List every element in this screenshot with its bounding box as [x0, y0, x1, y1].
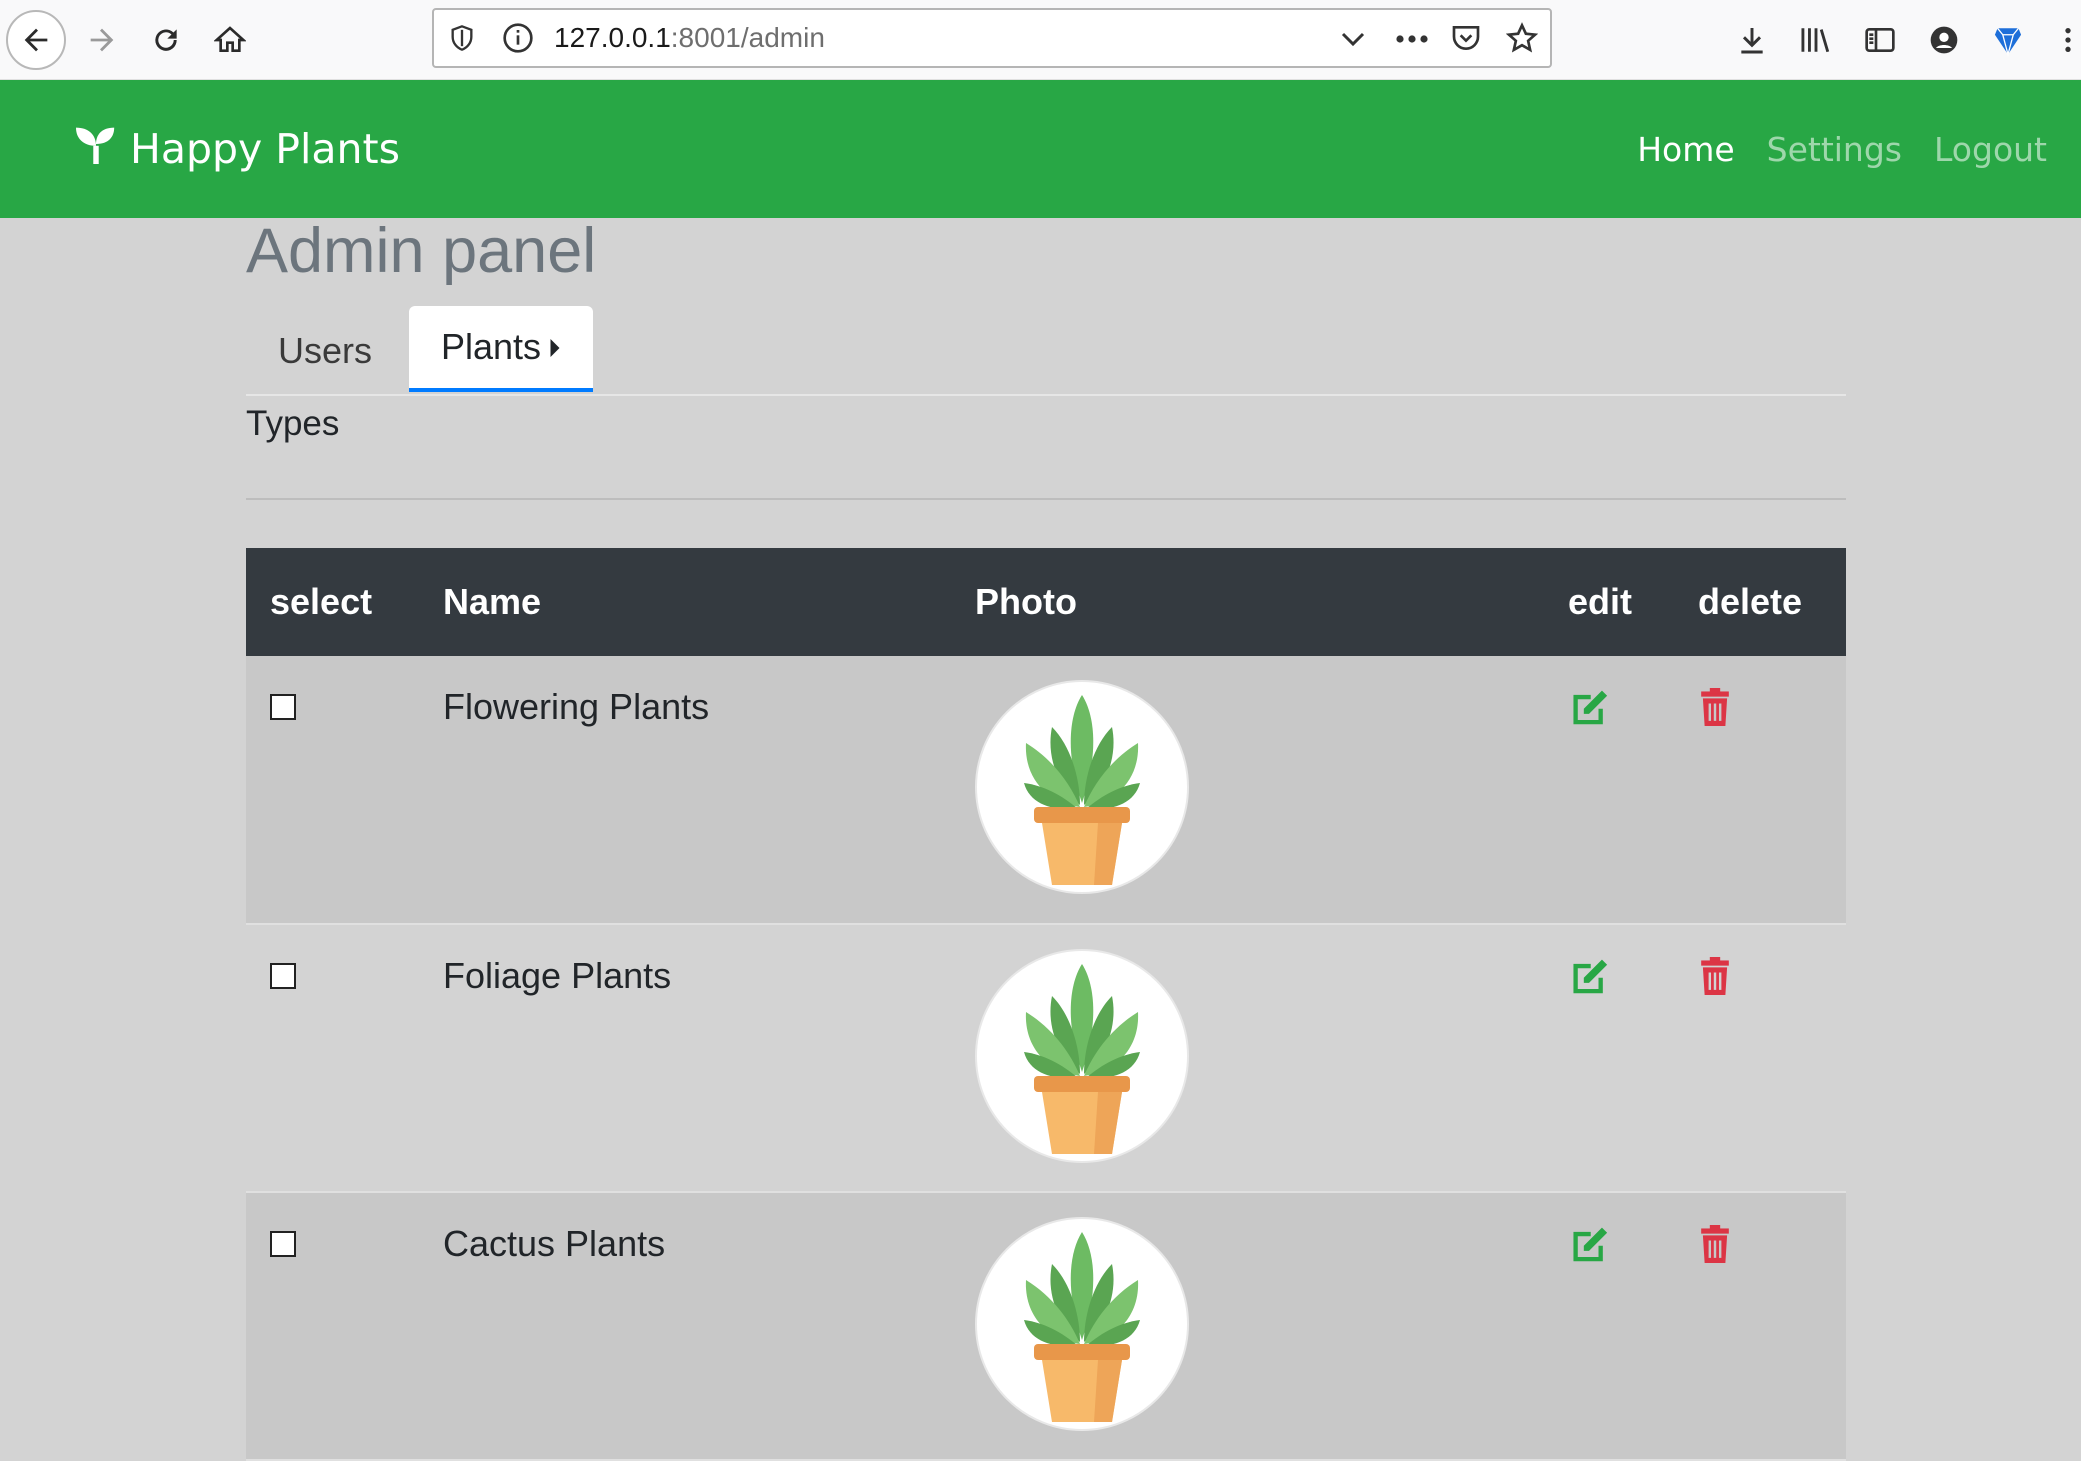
back-icon[interactable] [6, 10, 66, 70]
tab-users-label: Users [278, 330, 373, 371]
delete-icon[interactable] [1698, 1225, 1846, 1272]
url-host: 127.0.0.1 [554, 22, 671, 53]
row-name: Cactus Plants [443, 1223, 666, 1264]
header-photo: Photo [975, 548, 1568, 656]
table-header-row: select Name Photo edit delete [246, 548, 1846, 656]
row-name: Flowering Plants [443, 686, 710, 727]
chevron-down-icon[interactable] [1338, 24, 1368, 59]
url-text[interactable]: 127.0.0.1:8001/admin [554, 10, 825, 66]
more-icon[interactable] [1394, 24, 1430, 59]
nav-link-home[interactable]: Home [1637, 130, 1734, 169]
home-icon[interactable] [200, 10, 260, 70]
caret-right-icon [549, 302, 561, 392]
brand-name: Happy Plants [130, 125, 400, 173]
row-checkbox[interactable] [270, 694, 296, 720]
tab-users[interactable]: Users [246, 306, 404, 392]
header-delete: delete [1698, 548, 1846, 656]
plant-types-table: select Name Photo edit delete Flowering … [246, 548, 1846, 1461]
plant-photo [975, 680, 1189, 894]
forward-icon[interactable] [72, 10, 132, 70]
star-icon[interactable] [1505, 22, 1539, 59]
plant-photo [975, 949, 1189, 1163]
header-name: Name [443, 548, 975, 656]
table-row: Cactus Plants [246, 1192, 1846, 1460]
info-icon[interactable] [502, 22, 534, 59]
nav-links: Home Settings Logout [1637, 80, 2047, 218]
header-edit: edit [1568, 548, 1698, 656]
header-select: select [246, 548, 443, 656]
extension-gem-icon[interactable] [1982, 14, 2034, 66]
row-name: Foliage Plants [443, 955, 672, 996]
shield-icon[interactable] [448, 22, 476, 59]
row-checkbox[interactable] [270, 963, 296, 989]
table-row: Flowering Plants [246, 656, 1846, 924]
row-checkbox[interactable] [270, 1231, 296, 1257]
browser-toolbar: 127.0.0.1:8001/admin [0, 0, 2081, 80]
delete-icon[interactable] [1698, 688, 1846, 735]
page-title: Admin panel [246, 216, 597, 286]
delete-icon[interactable] [1698, 957, 1846, 1004]
pocket-icon[interactable] [1450, 22, 1482, 59]
tab-plants[interactable]: Plants [409, 306, 594, 392]
library-icon[interactable] [1790, 14, 1842, 66]
edit-icon[interactable] [1568, 957, 1698, 1004]
nav-link-logout[interactable]: Logout [1934, 130, 2047, 169]
reload-icon[interactable] [136, 10, 196, 70]
potted-plant-icon [1024, 1232, 1140, 1422]
url-bar[interactable]: 127.0.0.1:8001/admin [432, 8, 1552, 68]
download-icon[interactable] [1726, 14, 1778, 66]
navbar: Happy Plants Home Settings Logout [0, 80, 2081, 218]
url-path: :8001/admin [670, 22, 825, 53]
potted-plant-icon [1024, 695, 1140, 885]
table-row: Foliage Plants [246, 924, 1846, 1192]
edit-icon[interactable] [1568, 688, 1698, 735]
potted-plant-icon [1024, 964, 1140, 1154]
subtab-area: Types [246, 396, 1846, 500]
brand[interactable]: Happy Plants [74, 80, 400, 218]
menu-icon[interactable] [2054, 14, 2081, 66]
main-content: Admin panel Users Plants Types select Na… [246, 218, 1846, 1461]
nav-link-settings[interactable]: Settings [1767, 130, 1902, 169]
tabs: Users Plants [246, 306, 1846, 396]
tab-plants-label: Plants [441, 326, 542, 367]
subtab-types[interactable]: Types [246, 396, 339, 444]
account-icon[interactable] [1918, 14, 1970, 66]
plant-photo [975, 1217, 1189, 1431]
seedling-icon [74, 124, 118, 174]
edit-icon[interactable] [1568, 1225, 1698, 1272]
sidebar-icon[interactable] [1854, 14, 1906, 66]
